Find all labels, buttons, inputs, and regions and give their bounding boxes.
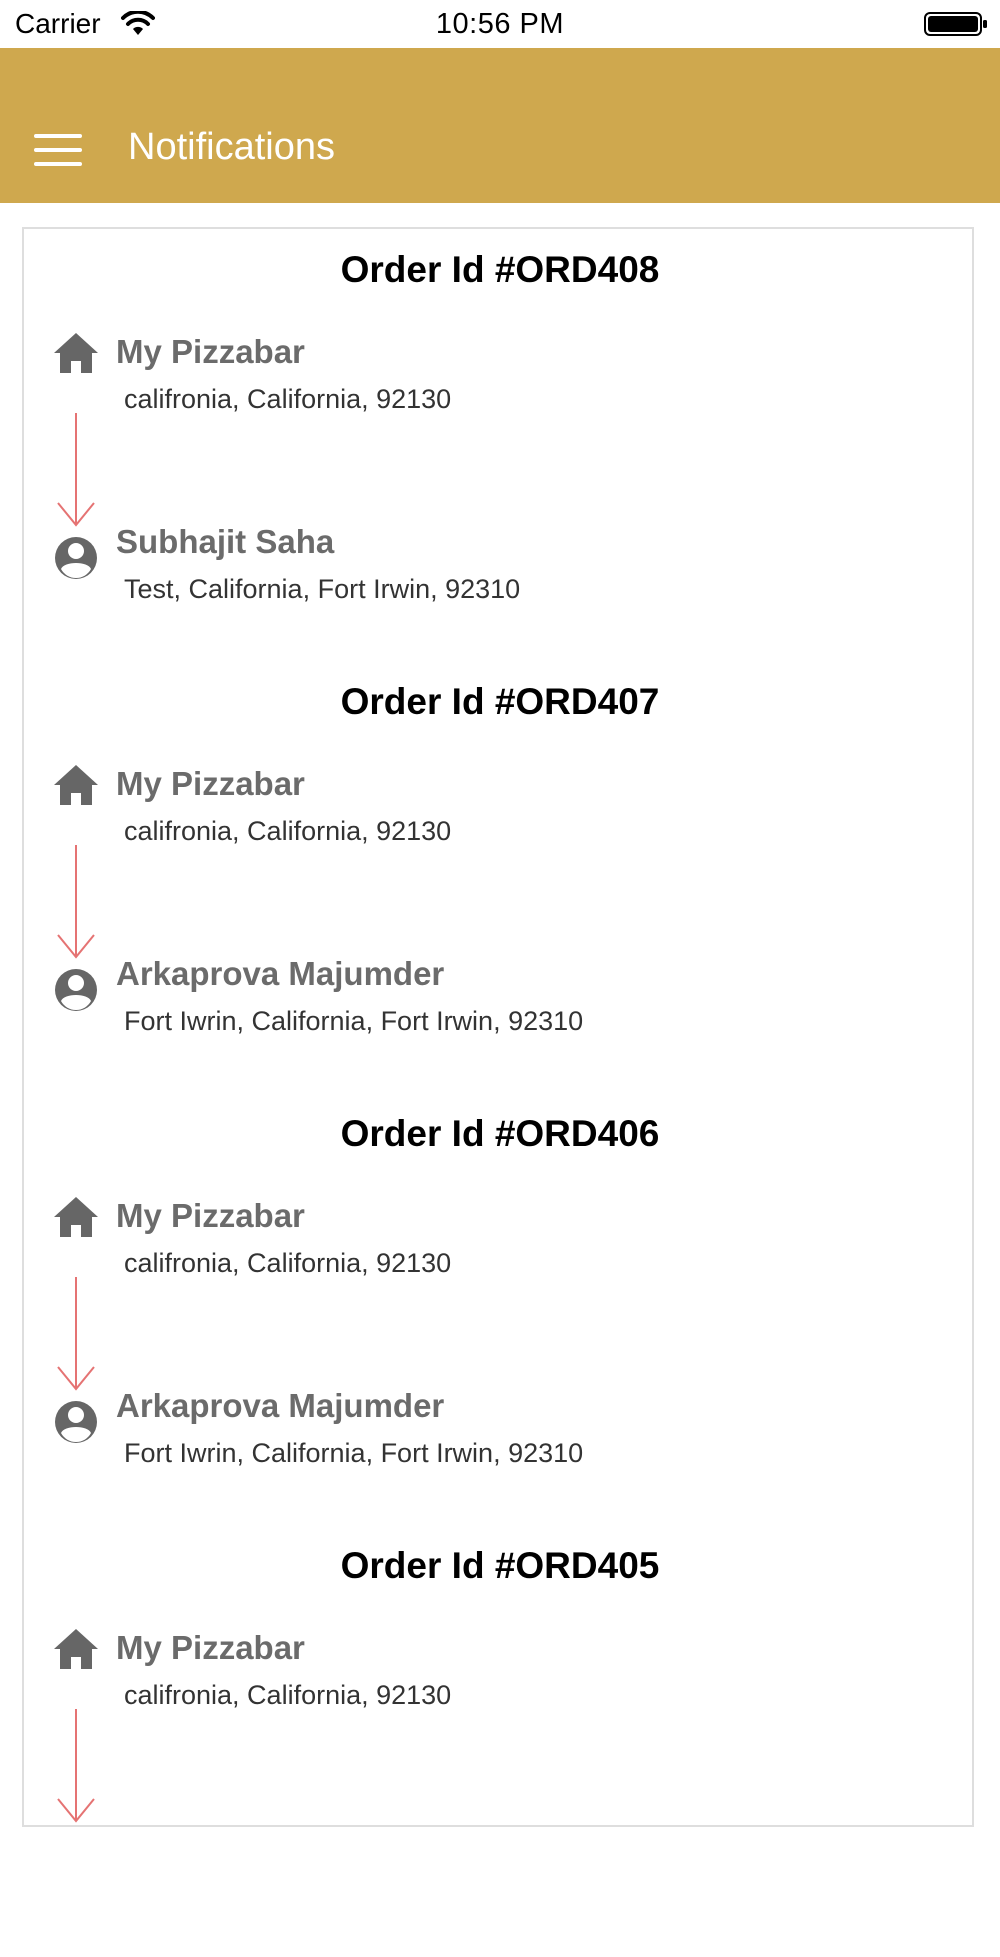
store-name: My Pizzabar xyxy=(116,1197,305,1234)
user-location-icon xyxy=(55,537,97,579)
order-notification[interactable]: Order Id #ORD406 My Pizzabar califronia,… xyxy=(24,1093,976,1525)
store-address: califronia, California, 92130 xyxy=(124,1680,452,1710)
home-icon xyxy=(54,1197,98,1237)
clock-time: 10:56 PM xyxy=(435,8,565,40)
arrow-down-icon xyxy=(57,1277,95,1391)
store-name: My Pizzabar xyxy=(116,333,305,370)
status-bar: Carrier 10:56 PM xyxy=(0,0,1000,48)
home-icon xyxy=(54,765,98,805)
customer-name: Subhajit Saha xyxy=(116,523,335,560)
customer-address: Fort Iwrin, California, Fort Irwin, 9231… xyxy=(124,1006,584,1036)
page-title: Notifications xyxy=(128,126,335,168)
order-notification[interactable]: Order Id #ORD405 My Pizzabar califronia,… xyxy=(24,1525,976,1957)
arrow-down-icon xyxy=(57,845,95,959)
order-title: Order Id #ORD406 xyxy=(340,1113,660,1154)
store-address: califronia, California, 92130 xyxy=(124,1248,452,1278)
order-title: Order Id #ORD408 xyxy=(340,249,660,290)
customer-address: Fort Iwrin, California, Fort Irwin, 9231… xyxy=(124,1438,584,1468)
order-title: Order Id #ORD407 xyxy=(340,681,660,722)
home-icon xyxy=(54,1629,98,1669)
customer-address: Test, California, Fort Irwin, 92310 xyxy=(124,574,521,604)
order-title: Order Id #ORD405 xyxy=(340,1545,660,1586)
notifications-list: Order Id #ORD408 My Pizzabar califronia,… xyxy=(22,227,974,1827)
store-address: califronia, California, 92130 xyxy=(124,384,452,414)
store-name: My Pizzabar xyxy=(116,1629,305,1666)
user-location-icon xyxy=(55,1401,97,1443)
user-location-icon xyxy=(55,969,97,1011)
customer-name: Arkaprova Majumder xyxy=(116,1387,445,1424)
order-notification[interactable]: Order Id #ORD407 My Pizzabar califronia,… xyxy=(24,661,976,1093)
store-name: My Pizzabar xyxy=(116,765,305,802)
store-address: califronia, California, 92130 xyxy=(124,816,452,846)
home-icon xyxy=(54,333,98,373)
order-notification[interactable]: Order Id #ORD408 My Pizzabar califronia,… xyxy=(24,229,976,661)
arrow-down-icon xyxy=(57,413,95,527)
arrow-down-icon xyxy=(57,1709,95,1823)
customer-name: Arkaprova Majumder xyxy=(116,955,445,992)
app-header: Notifications xyxy=(0,48,1000,203)
battery-icon xyxy=(924,12,987,36)
menu-icon[interactable] xyxy=(30,128,86,172)
